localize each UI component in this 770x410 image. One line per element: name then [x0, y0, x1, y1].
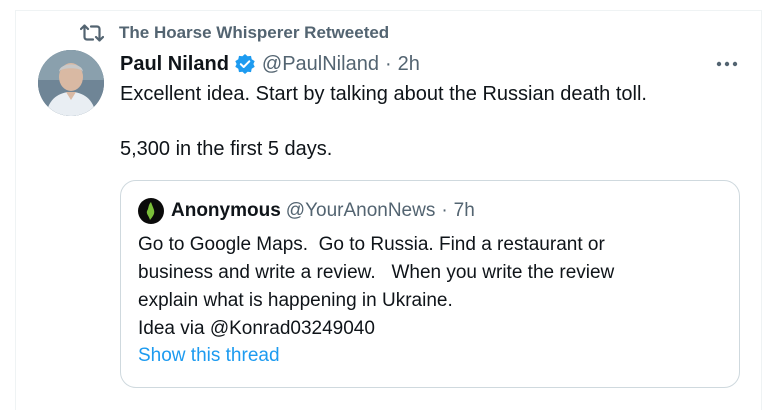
show-thread-link[interactable]: Show this thread [138, 345, 280, 367]
author-name[interactable]: Paul Niland [120, 53, 229, 76]
verified-badge-icon [234, 53, 256, 75]
retweet-icon [80, 22, 104, 44]
quoted-text-line: Idea via @Konrad03249040 [138, 318, 375, 339]
quoted-tweet-header: Anonymous @YourAnonNews · 7h [138, 198, 475, 224]
author-avatar[interactable] [38, 50, 104, 116]
quoted-author-name[interactable]: Anonymous [171, 200, 281, 222]
quoted-tweet-text: Go to Google Maps. Go to Russia. Find a … [138, 231, 614, 343]
quoted-tweet-timestamp[interactable]: 7h [454, 200, 475, 222]
separator-dot: · [441, 200, 448, 221]
quoted-author-avatar[interactable] [138, 198, 164, 224]
tweet-text-line: Excellent idea. Start by talking about t… [120, 83, 647, 105]
author-handle[interactable]: @PaulNiland [262, 53, 379, 76]
tweet-header: Paul Niland @PaulNiland · 2h [120, 50, 420, 78]
tweet-timestamp[interactable]: 2h [398, 53, 420, 76]
tweet-text-line: 5,300 in the first 5 days. [120, 138, 333, 160]
quoted-text-line: explain what is happening in Ukraine. [138, 290, 453, 311]
quoted-text-line: Go to Google Maps. Go to Russia. Find a … [138, 234, 605, 255]
quoted-text-line: business and write a review. When you wr… [138, 262, 615, 283]
separator-dot: · [384, 52, 392, 75]
quoted-author-handle[interactable]: @YourAnonNews [286, 200, 436, 222]
retweet-label[interactable]: The Hoarse Whisperer Retweeted [119, 23, 389, 43]
retweet-context: The Hoarse Whisperer Retweeted [80, 22, 389, 44]
tweet-text: Excellent idea. Start by talking about t… [120, 80, 647, 163]
more-options-icon[interactable] [714, 53, 740, 75]
quoted-tweet[interactable]: Anonymous @YourAnonNews · 7h Go to Googl… [120, 180, 740, 388]
